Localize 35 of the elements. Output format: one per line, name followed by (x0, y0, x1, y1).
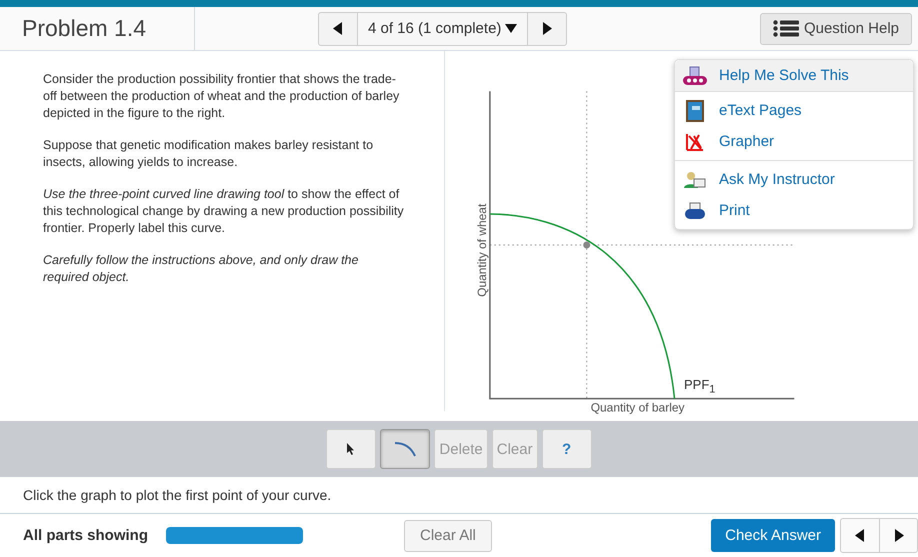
question-selector[interactable]: 4 of 16 (1 complete) (357, 12, 528, 44)
person-with-envelope-icon (683, 170, 707, 188)
help-button[interactable]: ? (542, 429, 592, 469)
right-arrow-icon (542, 22, 552, 35)
question-paragraph: Use the three-point curved line drawing tool to show the effect of this technological change by drawing a new production possibility frontier. Properly label this curve. (43, 186, 405, 237)
x-axis-label: Quantity of barley (590, 400, 684, 415)
help-menu-item[interactable]: Help Me Solve This (675, 60, 913, 91)
question-paragraph: Carefully follow the instructions above, and only draw the required object. (43, 252, 360, 286)
check-answer-button[interactable]: Check Answer (711, 519, 835, 552)
instruction-text: Click the graph to plot the first point of your curve. (0, 477, 918, 514)
numbered-pages-icon (682, 66, 708, 86)
help-menu-item[interactable]: eText Pages (675, 95, 913, 126)
question-help-button[interactable]: Question Help (760, 12, 912, 44)
chart-lines-icon (685, 132, 705, 150)
help-menu-item[interactable]: Print (675, 195, 913, 226)
right-arrow-icon (894, 529, 904, 542)
curve-point[interactable] (583, 242, 590, 248)
question-paragraph: Suppose that genetic modification makes barley resistant to insects, allowing yields to increase. (43, 137, 374, 171)
y-axis-label: Quantity of wheat (474, 204, 489, 297)
question-paragraph: Consider the production possibility frontier that shows the trade-off between the production of wheat and the production of barley depicted in the figure to the right. (43, 71, 400, 122)
list-icon (772, 20, 799, 37)
dropdown-caret-icon (505, 24, 518, 33)
book-icon (686, 100, 704, 122)
help-menu-item[interactable]: Ask My Instructor (675, 164, 913, 195)
parts-label: All parts showing (23, 527, 148, 544)
pointer-icon (347, 443, 356, 455)
help-menu-item[interactable]: Grapher (675, 126, 913, 157)
problem-title: Problem 1.4 (0, 7, 195, 50)
curve-label: PPF$_{1}$ (684, 377, 716, 396)
left-arrow-icon (333, 22, 343, 35)
printer-icon (684, 202, 706, 220)
curve-tool-button[interactable] (380, 429, 430, 469)
clear-all-button[interactable]: Clear All (404, 520, 492, 552)
left-arrow-icon (855, 529, 865, 542)
curve-tool-icon (394, 441, 416, 457)
